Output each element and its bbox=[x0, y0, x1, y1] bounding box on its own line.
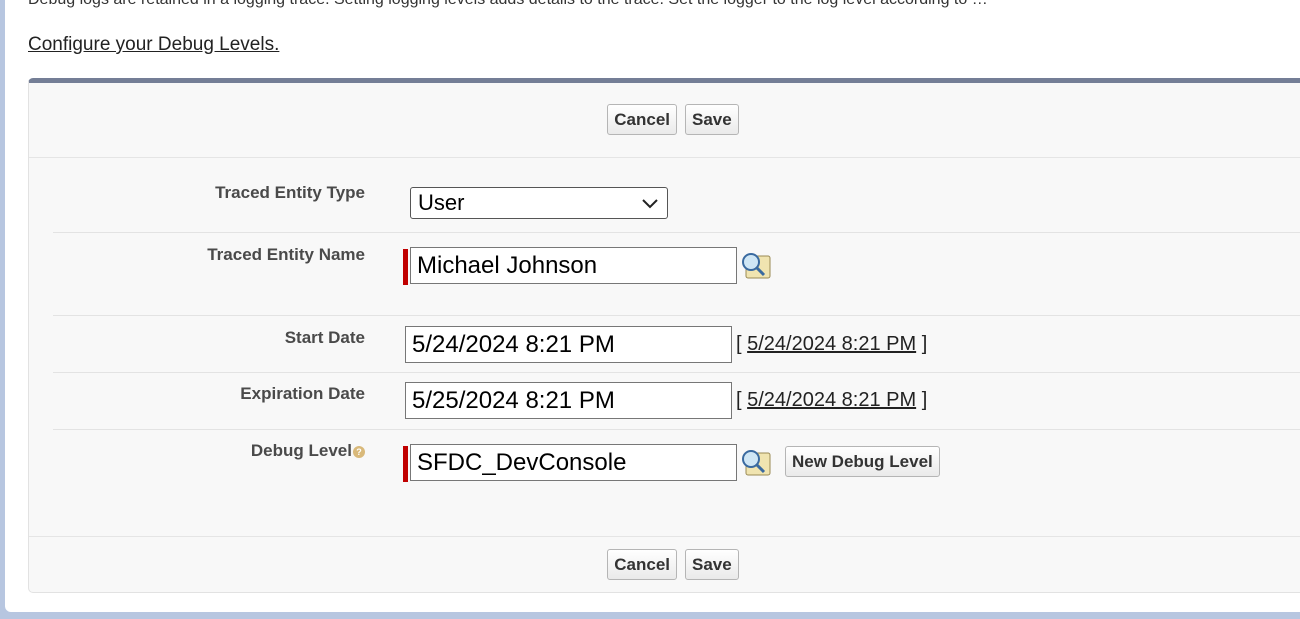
chevron-down-icon bbox=[642, 199, 658, 209]
start-date-label: Start Date bbox=[284, 328, 365, 347]
top-button-row: Cancel Save bbox=[29, 104, 1300, 135]
lookup-search-icon[interactable] bbox=[739, 250, 773, 282]
expiration-date-input[interactable]: 5/25/2024 8:21 PM bbox=[405, 382, 732, 419]
start-date-input[interactable]: 5/24/2024 8:21 PM bbox=[405, 326, 732, 363]
intro-text: Debug logs are retained in a logging tra… bbox=[28, 0, 988, 9]
expiration-date-now-link[interactable]: 5/24/2024 8:21 PM bbox=[747, 389, 916, 411]
bracket-close: ] bbox=[916, 389, 928, 411]
bracket-open: [ bbox=[736, 389, 748, 411]
traced-entity-type-select[interactable]: User bbox=[410, 187, 668, 219]
cancel-button[interactable]: Cancel bbox=[607, 104, 678, 135]
divider bbox=[29, 536, 1300, 537]
new-debug-level-button[interactable]: New Debug Level bbox=[785, 446, 940, 477]
traced-entity-name-input[interactable]: Michael Johnson bbox=[410, 247, 737, 284]
save-button[interactable]: Save bbox=[685, 104, 739, 135]
required-indicator bbox=[403, 249, 408, 285]
start-date-helper: [ 5/24/2024 8:21 PM ] bbox=[736, 333, 927, 356]
traced-entity-name-label: Traced Entity Name bbox=[207, 245, 365, 264]
traced-entity-type-label: Traced Entity Type bbox=[215, 183, 365, 202]
configure-debug-levels-link[interactable]: Configure your Debug Levels. bbox=[28, 34, 279, 56]
row-divider bbox=[53, 372, 1300, 373]
debug-level-label-text: Debug Level bbox=[250, 441, 352, 460]
cancel-button[interactable]: Cancel bbox=[607, 549, 678, 580]
row-divider bbox=[53, 315, 1300, 316]
divider bbox=[29, 157, 1300, 158]
expiration-date-label: Expiration Date bbox=[240, 384, 365, 403]
required-indicator bbox=[403, 446, 408, 482]
debug-log-edit-panel: Cancel Save Traced Entity Type User Trace… bbox=[28, 78, 1300, 593]
expiration-date-helper: [ 5/24/2024 8:21 PM ] bbox=[736, 389, 927, 412]
start-date-now-link[interactable]: 5/24/2024 8:21 PM bbox=[747, 333, 916, 355]
bottom-button-row: Cancel Save bbox=[29, 549, 1300, 580]
page: Debug logs are retained in a logging tra… bbox=[5, 0, 1300, 612]
row-divider bbox=[53, 429, 1300, 430]
bracket-close: ] bbox=[916, 333, 928, 355]
help-icon[interactable]: ? bbox=[353, 445, 365, 458]
lookup-search-icon[interactable] bbox=[739, 447, 773, 479]
traced-entity-type-value: User bbox=[418, 190, 465, 215]
save-button[interactable]: Save bbox=[685, 549, 739, 580]
row-divider bbox=[53, 232, 1300, 233]
debug-level-input[interactable]: SFDC_DevConsole bbox=[410, 444, 737, 481]
bracket-open: [ bbox=[736, 333, 748, 355]
debug-level-label: Debug Level? bbox=[251, 441, 365, 461]
